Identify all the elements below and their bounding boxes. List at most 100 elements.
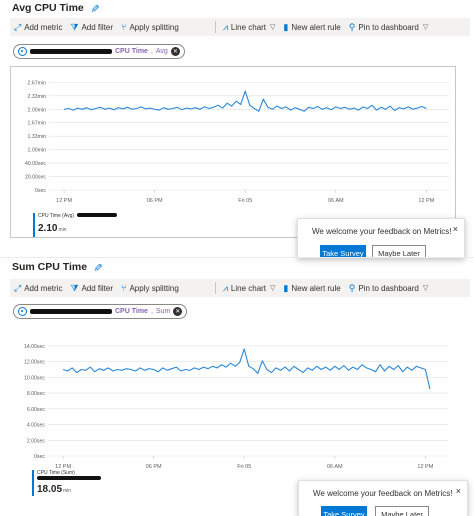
filter-icon: ⧩ — [70, 282, 79, 293]
metric-pill[interactable]: CPU Time, Sum ✕ — [13, 304, 188, 319]
y-tick-label: 0sec — [34, 454, 45, 460]
resource-icon — [18, 307, 27, 316]
pill-metric-name: CPU Time — [115, 48, 148, 55]
metrics-toolbar: ⤢ Add metric ⧩ Add filter ⑂ Apply splitt… — [10, 279, 470, 297]
toolbar-separator — [214, 282, 216, 294]
x-tick-label: 12 PM — [418, 198, 434, 204]
legend-name-text: CPU Time (Avg) — [38, 213, 75, 219]
chart-legend: CPU Time (Sum) 18.05min — [32, 470, 152, 498]
y-tick-label: 8.00sec — [27, 391, 46, 397]
pin-icon: ⚲ — [348, 21, 356, 32]
chevron-down-icon: ▽ — [422, 285, 429, 292]
legend-value-number: 2.10 — [38, 223, 58, 234]
chart-legend: CPU Time (Avg) 2.10min — [33, 213, 153, 237]
x-tick-label: Fri 05 — [238, 198, 252, 204]
chart-panel-avg: Avg CPU Time ✎ ⤢ Add metric ⧩ Add filter… — [0, 0, 474, 258]
edit-title-icon[interactable]: ✎ — [91, 262, 103, 271]
survey-message: We welcome your feedback on Metrics! — [313, 489, 453, 498]
new-alert-rule-label: New alert rule — [291, 22, 341, 32]
series-line — [62, 348, 431, 390]
apply-splitting-button[interactable]: ⑂ Apply splitting — [117, 283, 183, 293]
y-tick-label: 40.00sec — [25, 161, 46, 167]
y-tick-label: 0sec — [35, 188, 46, 194]
filter-icon: ⧩ — [70, 21, 79, 32]
take-survey-button[interactable]: Take Survey — [321, 506, 367, 516]
panel-title-row: Avg CPU Time ✎ — [12, 2, 100, 14]
line-chart-icon: ⩘ — [222, 282, 228, 293]
chevron-down-icon: ▽ — [270, 24, 276, 31]
add-filter-button[interactable]: ⧩ Add filter — [66, 21, 117, 32]
legend-color-bar — [33, 213, 35, 237]
close-icon[interactable]: × — [456, 486, 461, 496]
pin-icon: ⚲ — [348, 282, 356, 293]
pill-metric-name: CPU Time — [115, 308, 148, 315]
panel-title: Avg CPU Time — [12, 2, 84, 14]
resource-icon — [18, 47, 27, 56]
y-tick-label: 20.00sec — [25, 175, 46, 181]
y-tick-label: 1.00min — [28, 148, 47, 154]
legend-series-name: CPU Time (Avg) — [38, 213, 118, 219]
new-alert-rule-button[interactable]: ▮ New alert rule — [279, 21, 344, 32]
x-tick-label: 12 PM — [417, 464, 433, 470]
add-metric-icon: ⤢ — [14, 282, 22, 293]
metric-pill[interactable]: CPU Time, Avg ✕ — [13, 44, 185, 59]
pin-to-dashboard-dropdown[interactable]: ⚲ Pin to dashboard ▽ — [345, 21, 432, 32]
metrics-toolbar: ⤢ Add metric ⧩ Add filter ⑂ Apply splitt… — [10, 18, 470, 36]
redacted-resource-name — [30, 49, 112, 54]
close-icon[interactable]: ✕ — [170, 47, 180, 56]
add-metric-icon: ⤢ — [14, 21, 22, 32]
y-tick-label: 2.33min — [28, 94, 47, 100]
line-chart-icon: ⩘ — [222, 21, 228, 32]
pin-to-dashboard-label: Pin to dashboard — [358, 22, 419, 32]
panel-title-row: Sum CPU Time ✎ — [12, 261, 103, 273]
edit-title-icon[interactable]: ✎ — [88, 3, 100, 12]
survey-message: We welcome your feedback on Metrics! — [312, 227, 452, 236]
line-chart-label: Line chart — [230, 283, 267, 293]
chart-area[interactable]: 2.67min 2.33min 2.00min 1.67min 1.33min 1.00m… — [10, 66, 456, 238]
add-metric-button[interactable]: ⤢ Add metric — [10, 21, 66, 32]
line-chart-dropdown[interactable]: ⩘ Line chart ▽ — [219, 282, 280, 293]
maybe-later-button[interactable]: Maybe Later — [375, 506, 429, 516]
add-filter-label: Add filter — [81, 22, 114, 32]
y-tick-label: 1.33min — [28, 134, 47, 140]
toolbar-separator — [214, 21, 216, 33]
add-metric-label: Add metric — [24, 283, 63, 293]
y-tick-label: 1.67min — [28, 121, 47, 127]
apply-splitting-button[interactable]: ⑂ Apply splitting — [117, 21, 183, 32]
close-icon[interactable]: × — [453, 224, 458, 234]
add-metric-label: Add metric — [24, 22, 63, 32]
apply-splitting-label: Apply splitting — [129, 283, 179, 293]
panel-title: Sum CPU Time — [12, 261, 88, 273]
y-tick-label: 2.67min — [28, 80, 47, 86]
chevron-down-icon: ▽ — [270, 285, 276, 292]
x-tick-label: Fri 05 — [237, 464, 251, 470]
apply-splitting-label: Apply splitting — [129, 22, 179, 32]
feedback-survey-popup: We welcome your feedback on Metrics! × T… — [297, 218, 465, 258]
alert-icon: ▮ — [283, 21, 289, 32]
redacted-resource-name — [30, 309, 112, 314]
chevron-down-icon: ▽ — [422, 24, 429, 31]
pin-to-dashboard-label: Pin to dashboard — [358, 283, 419, 293]
y-tick-label: 4.00sec — [27, 423, 46, 429]
add-filter-label: Add filter — [81, 283, 114, 293]
x-tick-label: 06 PM — [147, 198, 163, 204]
add-filter-button[interactable]: ⧩ Add filter — [66, 282, 117, 293]
legend-value: 18.05min — [37, 484, 71, 495]
y-tick-label: 6.00sec — [27, 407, 46, 413]
x-tick-label: 06 AM — [327, 464, 343, 470]
splitting-icon: ⑂ — [121, 21, 127, 32]
alert-icon: ▮ — [283, 282, 289, 293]
line-chart-dropdown[interactable]: ⩘ Line chart ▽ — [219, 21, 280, 32]
close-icon[interactable]: ✕ — [173, 307, 183, 316]
y-tick-label: 14.00sec — [24, 344, 45, 350]
new-alert-rule-button[interactable]: ▮ New alert rule — [279, 282, 344, 293]
legend-value-unit: min — [58, 227, 67, 233]
feedback-survey-popup: We welcome your feedback on Metrics! × T… — [298, 480, 468, 516]
legend-value: 2.10min — [38, 223, 67, 234]
legend-series-name: CPU Time (Sum) — [37, 470, 101, 482]
y-tick-label: 2.00min — [28, 107, 47, 113]
add-metric-button[interactable]: ⤢ Add metric — [10, 282, 66, 293]
pin-to-dashboard-dropdown[interactable]: ⚲ Pin to dashboard ▽ — [345, 282, 432, 293]
y-tick-label: 10.00sec — [24, 375, 45, 381]
series-line — [64, 90, 427, 112]
